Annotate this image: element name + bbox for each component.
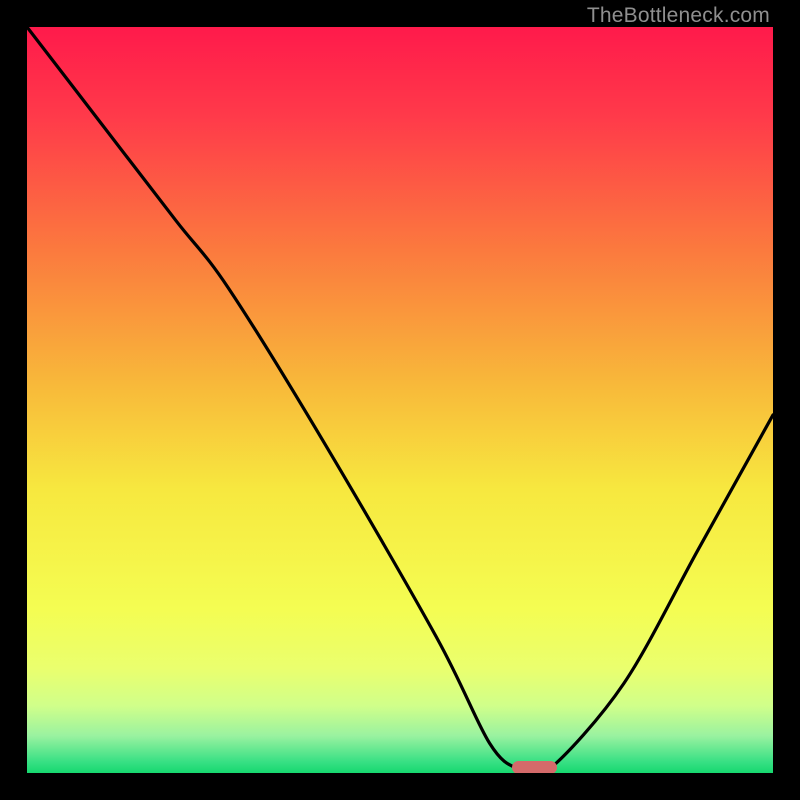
watermark-text: TheBottleneck.com — [587, 4, 770, 28]
chart-frame: TheBottleneck.com — [0, 0, 800, 800]
optimum-marker — [512, 761, 557, 773]
plot-area — [27, 27, 773, 773]
bottleneck-curve — [27, 27, 773, 773]
